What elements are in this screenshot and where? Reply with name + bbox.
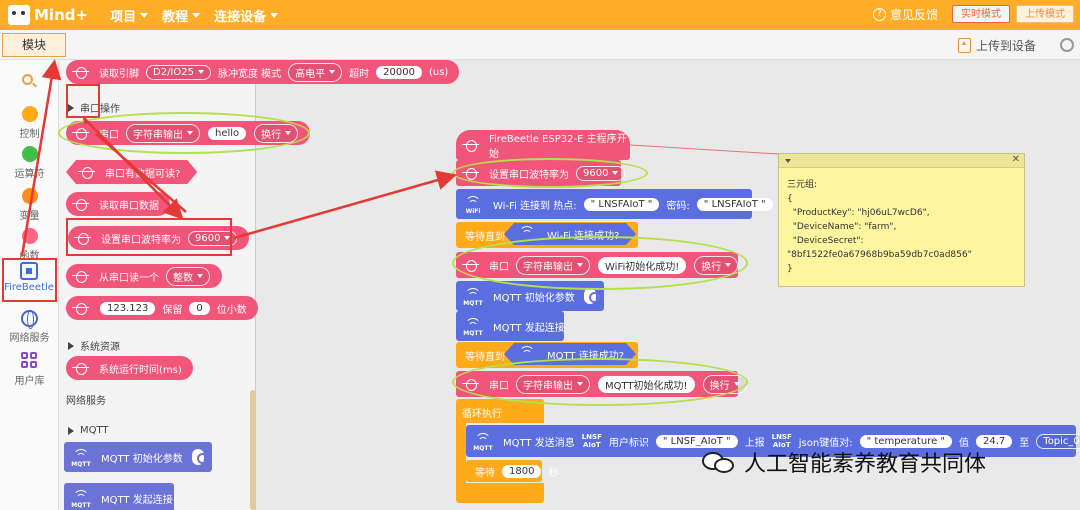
annotation-arrows <box>20 59 457 257</box>
wechat-icon <box>702 450 736 474</box>
watermark-text: 人工智能素养教育共同体 <box>744 452 987 477</box>
watermark: 人工智能素养教育共同体 <box>702 446 986 478</box>
